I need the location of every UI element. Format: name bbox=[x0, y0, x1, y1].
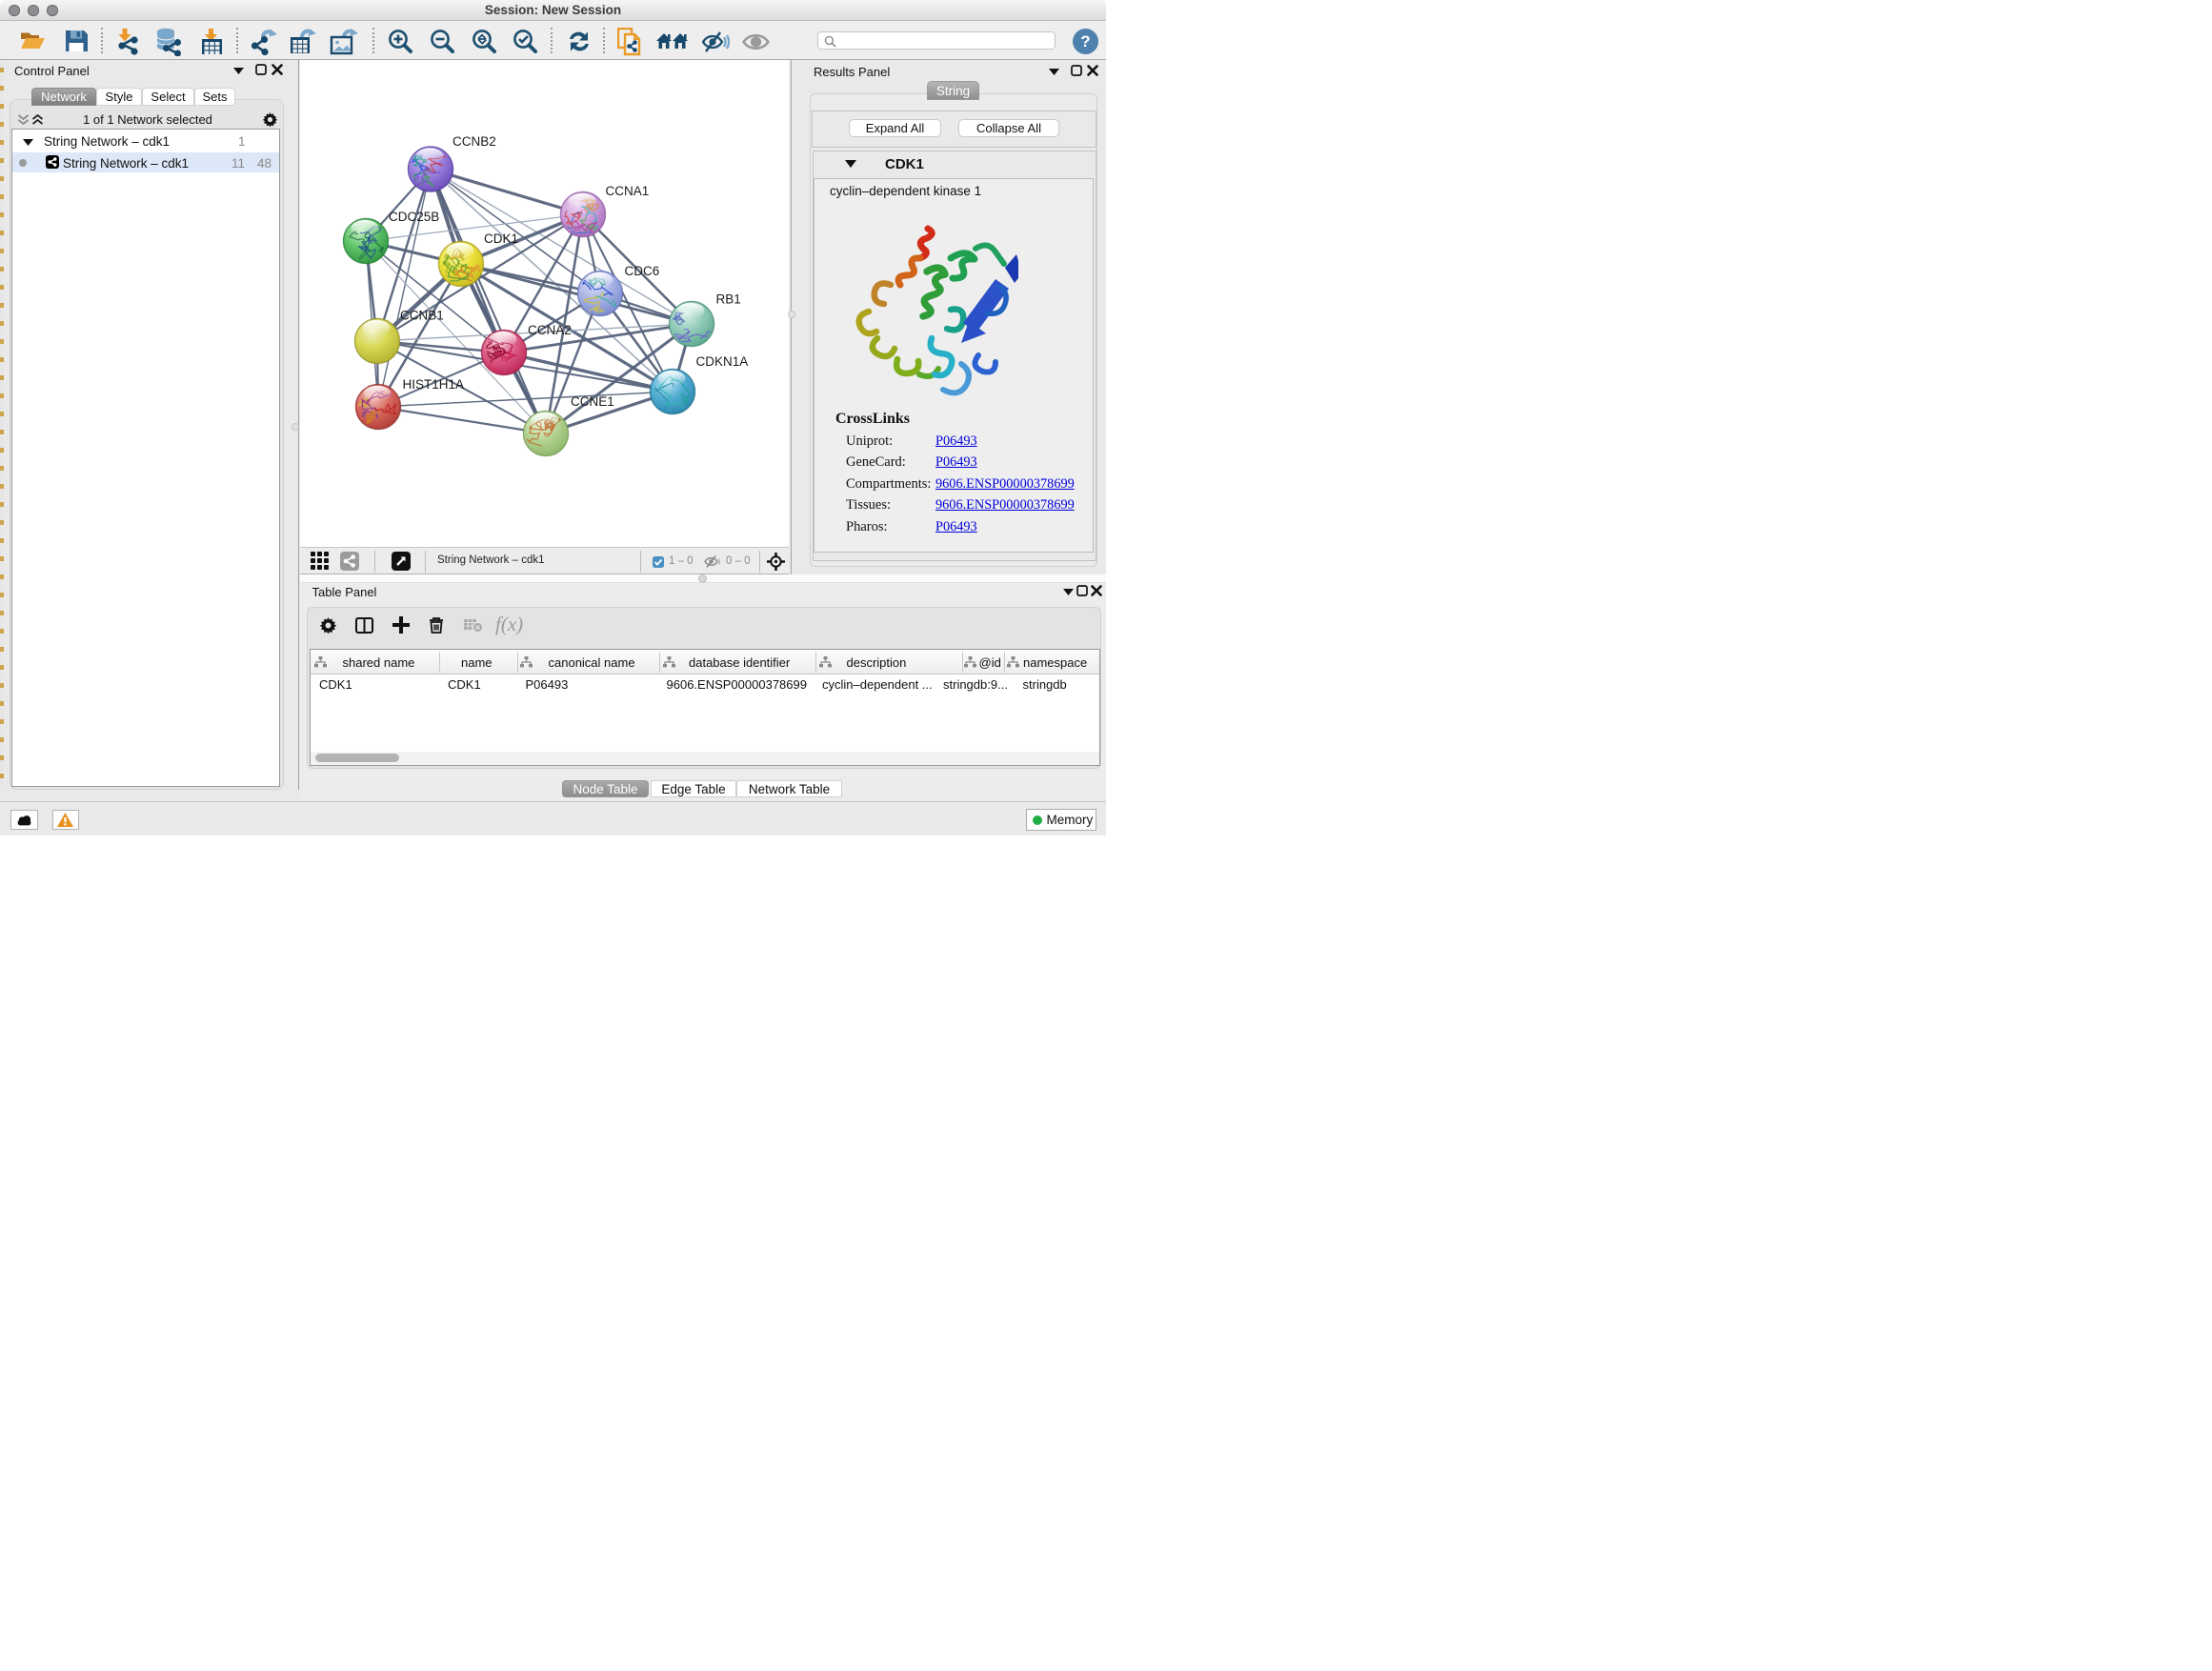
svg-text:CCNA2: CCNA2 bbox=[528, 323, 572, 337]
svg-text:CCNE1: CCNE1 bbox=[571, 394, 614, 409]
svg-text:CCNB2: CCNB2 bbox=[452, 134, 496, 149]
svg-text:CCNA1: CCNA1 bbox=[606, 184, 650, 198]
svg-text:HIST1H1A: HIST1H1A bbox=[403, 377, 465, 392]
svg-text:RB1: RB1 bbox=[716, 292, 741, 307]
svg-text:CDKN1A: CDKN1A bbox=[696, 354, 749, 369]
svg-text:CCNB1: CCNB1 bbox=[400, 309, 444, 323]
svg-text:CDC25B: CDC25B bbox=[389, 210, 439, 224]
svg-text:CDK1: CDK1 bbox=[484, 232, 518, 246]
svg-text:CDC6: CDC6 bbox=[625, 264, 660, 278]
